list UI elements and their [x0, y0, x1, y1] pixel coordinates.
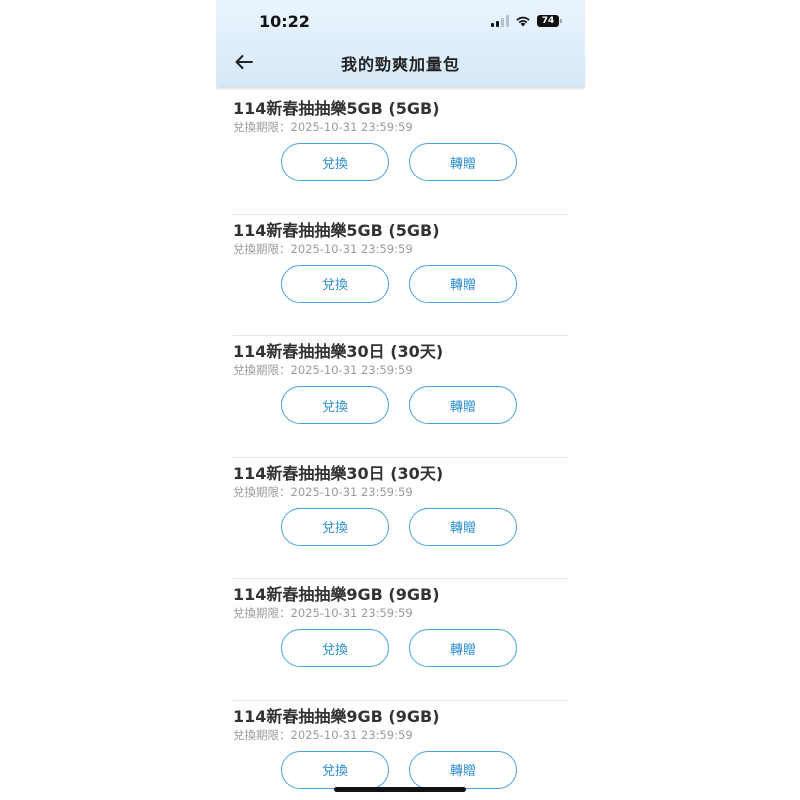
data-pack-list: 114新春抽抽樂5GB (5GB) 兌換期限：2025-10-31 23:59:…: [216, 93, 585, 800]
gift-button[interactable]: 轉贈: [409, 143, 517, 181]
home-indicator[interactable]: [334, 787, 466, 792]
pack-title: 114新春抽抽樂5GB (5GB): [233, 99, 440, 118]
list-item: 114新春抽抽樂9GB (9GB) 兌換期限：2025-10-31 23:59:…: [233, 579, 568, 701]
redeem-button[interactable]: 兌換: [281, 629, 389, 668]
pack-expiry: 兌換期限：2025-10-31 23:59:59: [233, 606, 413, 621]
redeem-button[interactable]: 兌換: [281, 143, 389, 181]
redeem-button[interactable]: 兌換: [281, 507, 389, 546]
redeem-button[interactable]: 兌換: [281, 386, 389, 425]
gift-button[interactable]: 轉贈: [409, 750, 517, 789]
pack-expiry: 兌換期限：2025-10-31 23:59:59: [233, 727, 413, 742]
pack-title: 114新春抽抽樂9GB (9GB): [233, 706, 440, 726]
pack-title: 114新春抽抽樂30日 (30天): [233, 342, 444, 362]
status-time: 10:22: [259, 12, 310, 31]
redeem-button[interactable]: 兌換: [281, 264, 389, 303]
list-item: 114新春抽抽樂5GB (5GB) 兌換期限：2025-10-31 23:59:…: [233, 215, 568, 337]
redeem-button[interactable]: 兌換: [281, 750, 389, 789]
pack-expiry: 兌換期限：2025-10-31 23:59:59: [233, 363, 413, 378]
gift-button[interactable]: 轉贈: [409, 507, 517, 546]
app-header: 10:22 74 我的勁爽加量包: [216, 0, 585, 86]
cellular-signal-icon: [491, 15, 509, 27]
wifi-icon: [516, 16, 530, 27]
gift-button[interactable]: 轉贈: [409, 629, 517, 668]
status-icons: 74: [491, 12, 562, 30]
gift-button[interactable]: 轉贈: [409, 264, 517, 303]
list-item: 114新春抽抽樂9GB (9GB) 兌換期限：2025-10-31 23:59:…: [233, 701, 568, 800]
pack-title: 114新春抽抽樂5GB (5GB): [233, 220, 440, 240]
pack-expiry: 兌換期限：2025-10-31 23:59:59: [233, 120, 413, 134]
list-item: 114新春抽抽樂30日 (30天) 兌換期限：2025-10-31 23:59:…: [233, 336, 568, 458]
page-title: 我的勁爽加量包: [340, 55, 460, 74]
list-item: 114新春抽抽樂30日 (30天) 兌換期限：2025-10-31 23:59:…: [233, 458, 568, 580]
pack-expiry: 兌換期限：2025-10-31 23:59:59: [233, 241, 413, 256]
phone-screen: 10:22 74 我的勁爽加量包 114新春抽抽樂5GB (5GB) 兌換期限：…: [216, 0, 585, 800]
gift-button[interactable]: 轉贈: [409, 386, 517, 425]
list-item: 114新春抽抽樂5GB (5GB) 兌換期限：2025-10-31 23:59:…: [233, 93, 568, 215]
pack-title: 114新春抽抽樂30日 (30天): [233, 463, 444, 483]
pack-title: 114新春抽抽樂9GB (9GB): [233, 585, 440, 605]
pack-expiry: 兌換期限：2025-10-31 23:59:59: [233, 484, 413, 499]
battery-icon: 74: [537, 15, 562, 27]
